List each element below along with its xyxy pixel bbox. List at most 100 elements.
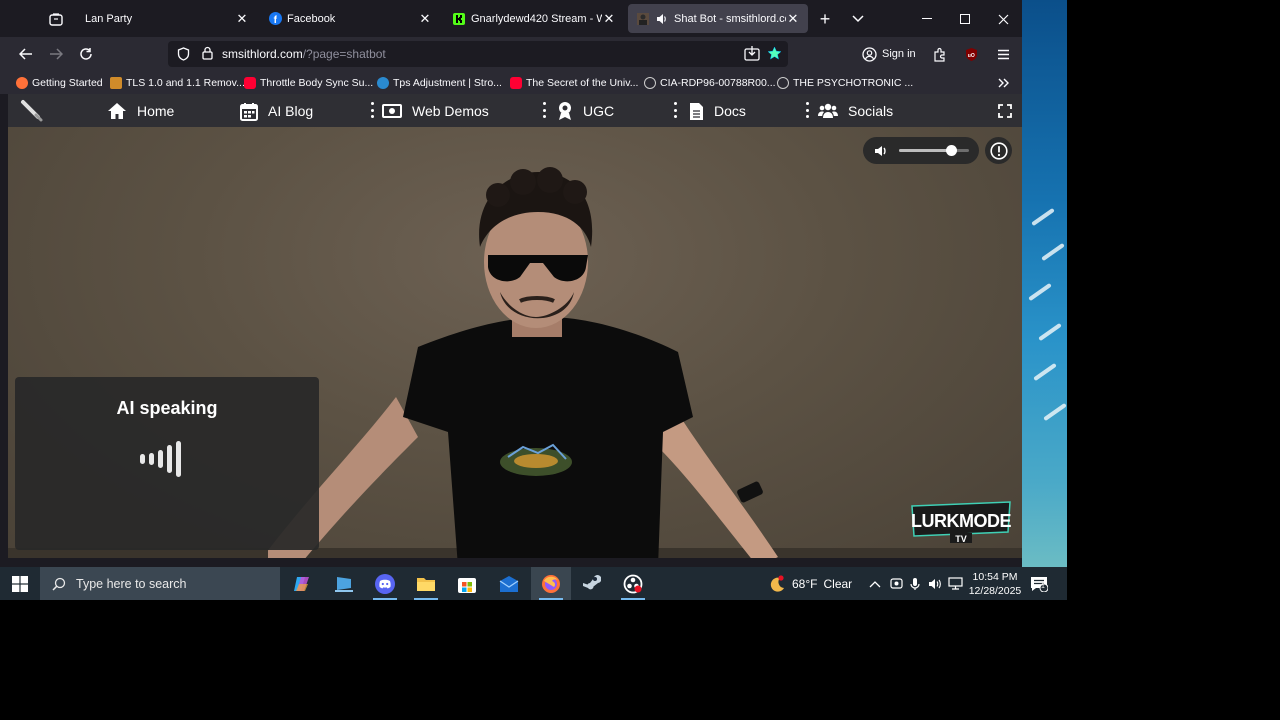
running-indicator [621, 598, 645, 600]
speaker-volume[interactable] [928, 567, 942, 600]
url-text[interactable]: smsithlord.com/?page=shatbot [222, 47, 386, 61]
fullscreen-button[interactable] [998, 100, 1012, 122]
user-badge-icon [559, 102, 571, 120]
weather-widget[interactable]: 68°F Clear [766, 567, 852, 600]
tab-close-icon[interactable]: ✕ [418, 11, 432, 27]
tab-lan-party[interactable]: Lan Party ✕ [77, 4, 257, 33]
info-button[interactable] [985, 137, 1012, 164]
arrow-right-icon [50, 48, 63, 60]
nav-docs[interactable]: Docs [689, 100, 746, 122]
taskbar-discord[interactable] [365, 567, 405, 600]
more-bookmarks-button[interactable] [998, 75, 1010, 91]
lightsaber-logo-icon [21, 100, 43, 122]
new-tab-button[interactable]: + [814, 8, 836, 30]
nav-web-demos[interactable]: Web Demos [382, 100, 489, 122]
site-navigation: Home AI Blog Web Demos UGC Docs Socials [8, 94, 1022, 127]
bookmark-cia-rdp[interactable]: CIA-RDP96-00788R00... [644, 75, 776, 91]
bookmark-star-icon[interactable] [767, 46, 782, 61]
nav-home[interactable]: Home [107, 100, 174, 122]
notification-center[interactable]: 1 [1030, 567, 1048, 600]
bookmark-psychotronic[interactable]: THE PSYCHOTRONIC ... [777, 75, 913, 91]
taskbar-search[interactable]: Type here to search [40, 567, 280, 600]
volume-slider[interactable] [899, 145, 969, 156]
forward-button[interactable] [44, 42, 68, 66]
show-hidden-icons-button[interactable] [869, 567, 881, 600]
reload-button[interactable] [74, 42, 98, 66]
steam-icon [583, 574, 601, 589]
address-bar[interactable]: smsithlord.com/?page=shatbot [168, 41, 788, 67]
firefox-view-button[interactable] [44, 8, 68, 30]
volume-slider-thumb[interactable] [946, 145, 957, 156]
back-button[interactable] [14, 42, 38, 66]
microphone-in-use[interactable] [910, 567, 920, 600]
bookmark-tls[interactable]: TLS 1.0 and 1.1 Remov... [110, 75, 245, 91]
minimize-button[interactable] [916, 8, 938, 30]
nav-docs-menu-icon[interactable] [805, 102, 809, 118]
tab-stream[interactable]: Gnarlydewd420 Stream - Watc ✕ [444, 4, 624, 33]
store-icon [458, 577, 476, 593]
nav-web-demos-menu-icon[interactable] [542, 102, 546, 118]
tab-close-icon[interactable]: ✕ [602, 11, 616, 27]
start-button[interactable] [0, 567, 40, 600]
globe-icon [777, 77, 789, 89]
windows-taskbar: Type here to search 68°F Clear 10:54 PM … [0, 567, 1067, 600]
tab-close-icon[interactable]: ✕ [786, 11, 800, 27]
nav-ugc-menu-icon[interactable] [673, 102, 677, 118]
globe-icon [644, 77, 656, 89]
weather-temp: 68°F [792, 576, 818, 591]
taskbar-obs[interactable] [613, 567, 653, 600]
volume-icon[interactable] [873, 143, 889, 159]
ethernet-icon [948, 577, 963, 590]
ublock-button[interactable]: uO [959, 42, 983, 66]
taskbar-firefox[interactable] [531, 567, 571, 600]
tray-app-icon[interactable] [890, 567, 903, 600]
bookmark-getting-started[interactable]: Getting Started [16, 75, 103, 91]
home-icon [108, 103, 126, 119]
bookmark-tps-adjustment[interactable]: Tps Adjustment | Stro... [377, 75, 502, 91]
firefox-icon [542, 574, 560, 593]
nav-ugc[interactable]: UGC [557, 100, 614, 122]
tab-facebook[interactable]: f Facebook ✕ [260, 4, 440, 33]
bookmark-secret-universe[interactable]: The Secret of the Univ... [510, 75, 638, 91]
nav-socials[interactable]: Socials [818, 100, 893, 122]
running-indicator [373, 598, 397, 600]
network-status[interactable] [948, 567, 963, 600]
speaker-icon[interactable] [655, 12, 669, 26]
taskbar-clock[interactable]: 10:54 PM 12/28/2025 [966, 570, 1024, 598]
extensions-button[interactable] [928, 42, 952, 66]
clock-time: 10:54 PM [972, 571, 1018, 583]
list-all-tabs-button[interactable] [847, 8, 869, 30]
tab-bar: Lan Party ✕ f Facebook ✕ Gnarlydewd420 S… [0, 0, 1022, 37]
shatbot-viewport[interactable]: AI speaking LURKMODE TV [8, 127, 1022, 558]
tab-close-icon[interactable]: ✕ [235, 11, 249, 27]
taskbar-app-2[interactable] [324, 567, 364, 600]
sign-in-button[interactable]: Sign in [862, 42, 916, 66]
youtube-icon [510, 77, 522, 89]
volume-control[interactable] [863, 137, 979, 164]
sign-in-label: Sign in [882, 48, 916, 60]
url-path: /?page=shatbot [302, 47, 386, 61]
tab-shat-bot[interactable]: Shat Bot - smsithlord.com ✕ [628, 4, 808, 33]
desktop-wallpaper [1022, 0, 1067, 567]
lurkmode-tv-logo: LURKMODE TV [911, 501, 1012, 544]
save-page-icon[interactable] [744, 46, 760, 61]
nav-docs-label: Docs [714, 103, 746, 119]
taskbar-steam[interactable] [571, 567, 611, 600]
taskbar-mail[interactable] [489, 567, 529, 600]
app-menu-button[interactable] [991, 42, 1015, 66]
taskbar-microsoft-store[interactable] [447, 567, 487, 600]
tracking-protection-shield-icon [177, 47, 190, 61]
taskbar-file-explorer[interactable] [406, 567, 446, 600]
nav-ai-blog-menu-icon[interactable] [370, 102, 374, 118]
site-logo[interactable] [20, 100, 44, 122]
bookmark-label: TLS 1.0 and 1.1 Remov... [126, 77, 245, 89]
nav-ai-blog[interactable]: AI Blog [240, 100, 313, 122]
running-indicator [539, 598, 563, 600]
taskbar-copilot[interactable] [282, 567, 322, 600]
close-window-button[interactable] [992, 8, 1014, 30]
account-icon [862, 46, 877, 62]
document-icon [690, 102, 703, 120]
bookmarks-toolbar: Getting Started TLS 1.0 and 1.1 Remov...… [0, 71, 1022, 94]
bookmark-throttle-body[interactable]: Throttle Body Sync Su... [244, 75, 373, 91]
maximize-button[interactable] [954, 8, 976, 30]
